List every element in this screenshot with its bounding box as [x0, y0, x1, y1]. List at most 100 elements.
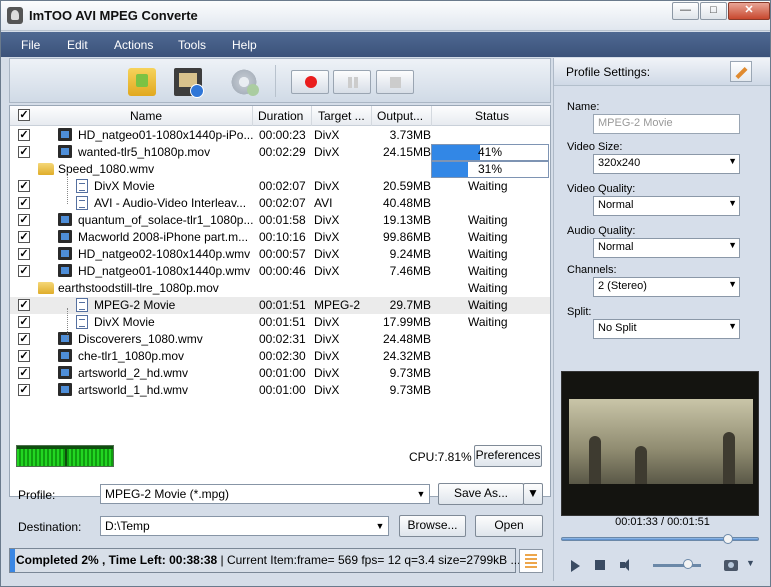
pause-button[interactable] — [333, 70, 371, 94]
menu-edit[interactable]: Edit — [67, 38, 88, 52]
row-checkbox[interactable]: ✓ — [18, 129, 30, 141]
app-logo-icon — [7, 7, 23, 24]
row-checkbox[interactable]: ✓ — [18, 367, 30, 379]
folder-icon — [38, 282, 54, 294]
row-checkbox[interactable]: ✓ — [18, 248, 30, 260]
table-row[interactable]: Speed_1080.wmv 31% — [10, 161, 550, 178]
profile-name-field[interactable]: MPEG-2 Movie — [593, 114, 740, 134]
add-file-icon[interactable] — [128, 68, 156, 96]
file-list[interactable]: ✓ Name Duration Target ... Output... Sta… — [9, 105, 551, 497]
row-checkbox[interactable]: ✓ — [18, 214, 30, 226]
preferences-button[interactable]: Preferences — [474, 445, 542, 467]
remove-file-icon[interactable] — [174, 68, 204, 98]
column-name[interactable]: Name — [130, 109, 162, 123]
menu-tools[interactable]: Tools — [178, 38, 206, 52]
destination-value: D:\Temp — [105, 519, 150, 533]
row-checkbox[interactable]: ✓ — [18, 180, 30, 192]
table-row[interactable]: ✓ DivX Movie 00:02:07 DivX 20.59MB Waiting — [10, 178, 550, 195]
menu-actions[interactable]: Actions — [114, 38, 153, 52]
row-output: 29.7MB — [389, 298, 431, 312]
edit-profile-icon[interactable] — [730, 61, 752, 82]
column-status[interactable]: Status — [475, 109, 509, 123]
setting-select[interactable]: Normal ▼ — [593, 196, 740, 216]
destination-field[interactable]: D:\Temp ▼ — [100, 516, 389, 536]
destination-label: Destination: — [18, 520, 82, 534]
menu-help[interactable]: Help — [232, 38, 257, 52]
profile-select[interactable]: MPEG-2 Movie (*.mpg) ▼ — [100, 484, 430, 504]
column-target[interactable]: Target ... — [318, 109, 365, 123]
row-duration: 00:01:51 — [259, 298, 306, 312]
setting-select[interactable]: 320x240 ▼ — [593, 154, 740, 174]
row-name: DivX Movie — [94, 179, 155, 193]
table-row[interactable]: ✓ HD_natgeo01-1080x1440p.wmv 00:00:46 DivX 7… — [10, 263, 550, 280]
browse-button[interactable]: Browse... — [399, 515, 466, 537]
row-checkbox[interactable]: ✓ — [18, 265, 30, 277]
row-duration: 00:10:16 — [259, 230, 306, 244]
title-bar[interactable]: ImTOO AVI MPEG Converte — □ ✕ — [1, 1, 770, 31]
snapshot-camera-icon[interactable] — [724, 560, 738, 571]
row-output: 9.73MB — [389, 366, 431, 380]
row-checkbox[interactable]: ✓ — [18, 350, 30, 362]
video-file-icon — [58, 247, 72, 260]
convert-record-button[interactable] — [291, 70, 329, 94]
row-duration: 00:02:29 — [259, 145, 306, 159]
row-checkbox[interactable]: ✓ — [18, 299, 30, 311]
table-row[interactable]: ✓ MPEG-2 Movie 00:01:51 MPEG-2 29.7MB Waiting — [10, 297, 550, 314]
setting-select[interactable]: Normal ▼ — [593, 238, 740, 258]
seek-thumb[interactable] — [723, 534, 734, 544]
row-duration: 00:02:30 — [259, 349, 306, 363]
setting-select[interactable]: No Split ▼ — [593, 319, 740, 339]
volume-slider[interactable] — [653, 564, 701, 567]
table-row[interactable]: ✓ artsworld_1_hd.wmv 00:01:00 DivX 9.73MB — [10, 382, 550, 399]
silhouette — [723, 432, 735, 484]
table-row[interactable]: ✓ DivX Movie 00:01:51 DivX 17.99MB Waiting — [10, 314, 550, 331]
table-row[interactable]: ✓ HD_natgeo01-1080x1440p-iPo... 00:00:23 Di… — [10, 127, 550, 144]
table-row[interactable]: ✓ wanted-tlr5_h1080p.mov 00:02:29 DivX 24.15… — [10, 144, 550, 161]
column-duration[interactable]: Duration — [258, 109, 303, 123]
setting-select[interactable]: 2 (Stereo) ▼ — [593, 277, 740, 297]
cpu-usage-graph — [16, 445, 114, 467]
save-as-button[interactable]: Save As... — [438, 483, 524, 505]
table-row[interactable]: ✓ Discoverers_1080.wmv 00:02:31 DivX 24.48MB — [10, 331, 550, 348]
open-button[interactable]: Open — [475, 515, 543, 537]
cpu-usage-label: CPU:7.81% — [409, 450, 472, 464]
stop-icon[interactable] — [595, 560, 605, 570]
row-output: 24.32MB — [382, 349, 431, 363]
row-checkbox[interactable]: ✓ — [18, 231, 30, 243]
select-all-checkbox[interactable]: ✓ — [18, 109, 30, 121]
save-as-dropdown-button[interactable]: ▼ — [523, 483, 543, 505]
row-name: artsworld_2_hd.wmv — [78, 366, 189, 380]
log-icon[interactable] — [519, 549, 543, 573]
add-profile-icon[interactable] — [230, 68, 259, 96]
table-row[interactable]: ✓ HD_natgeo02-1080x1440p.wmv 00:00:57 DivX 9… — [10, 246, 550, 263]
row-status: Waiting — [468, 247, 508, 261]
row-name: MPEG-2 Movie — [94, 298, 176, 312]
row-checkbox[interactable]: ✓ — [18, 146, 30, 158]
volume-thumb[interactable] — [682, 559, 693, 569]
table-row[interactable]: ✓ Macworld 2008-iPhone part.m... 00:10:16 D… — [10, 229, 550, 246]
maximize-button[interactable]: □ — [700, 2, 727, 20]
seek-bar[interactable] — [561, 534, 759, 544]
table-row[interactable]: earthstoodstill-tlre_1080p.mov Waiting — [10, 280, 550, 297]
minimize-button[interactable]: — — [672, 2, 699, 20]
row-checkbox[interactable]: ✓ — [18, 316, 30, 328]
table-row[interactable]: ✓ che-tlr1_1080p.mov 00:02:30 DivX 24.32MB — [10, 348, 550, 365]
table-row[interactable]: ✓ AVI - Audio-Video Interleav... 00:02:07 A… — [10, 195, 550, 212]
row-progress-fill — [432, 162, 468, 177]
row-name: Discoverers_1080.wmv — [78, 332, 203, 346]
close-button[interactable]: ✕ — [728, 2, 770, 20]
setting-value: 2 (Stereo) — [598, 280, 647, 292]
menu-file[interactable]: File — [21, 38, 40, 52]
chevron-down-icon[interactable]: ▼ — [746, 558, 755, 568]
row-name: DivX Movie — [94, 315, 155, 329]
play-icon[interactable] — [571, 560, 580, 572]
volume-icon[interactable] — [620, 559, 634, 571]
table-row[interactable]: ✓ artsworld_2_hd.wmv 00:01:00 DivX 9.73MB — [10, 365, 550, 382]
row-checkbox[interactable]: ✓ — [18, 197, 30, 209]
row-target: DivX — [314, 179, 340, 193]
table-row[interactable]: ✓ quantum_of_solace-tlr1_1080p... 00:01:58… — [10, 212, 550, 229]
column-output[interactable]: Output... — [377, 109, 423, 123]
row-checkbox[interactable]: ✓ — [18, 333, 30, 345]
stop-button[interactable] — [376, 70, 414, 94]
row-checkbox[interactable]: ✓ — [18, 384, 30, 396]
